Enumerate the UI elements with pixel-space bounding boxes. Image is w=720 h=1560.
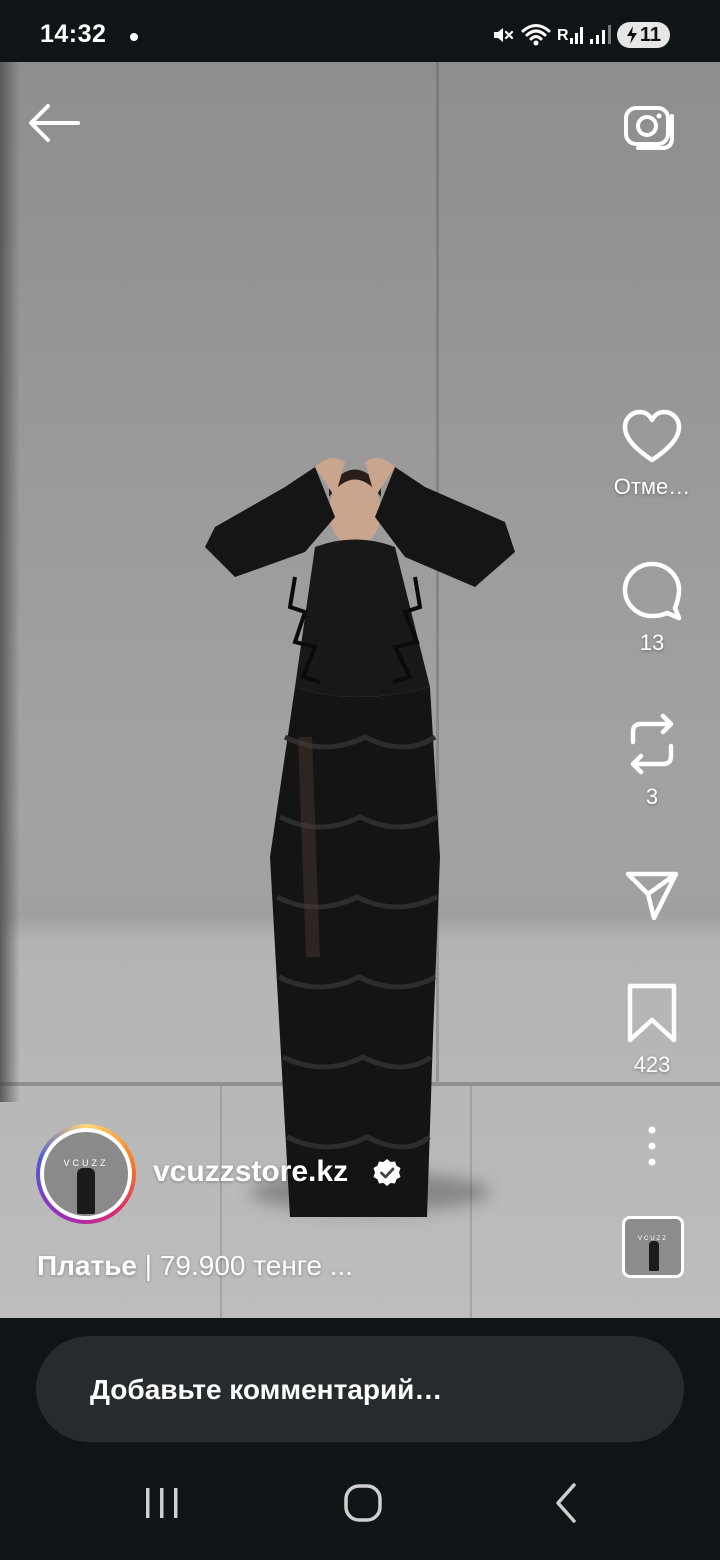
system-navigation-bar [0,1460,720,1560]
battery-level: 11 [639,23,661,46]
charging-icon [626,26,637,44]
avatar-figure [77,1168,95,1214]
bookmark-icon[interactable] [626,982,678,1044]
send-icon[interactable] [624,868,680,922]
comment-input[interactable]: Добавьте комментарий… [36,1336,684,1442]
save-action[interactable]: 423 [600,982,704,1078]
system-back-button[interactable] [536,1480,596,1528]
chevron-left-icon [556,1483,576,1523]
heart-icon[interactable] [621,408,683,466]
back-arrow-icon[interactable] [26,100,82,146]
avatar[interactable]: VCUZZ [36,1124,136,1224]
status-bar: 14:32 R 11 [0,0,720,62]
recent-apps-button[interactable] [132,1480,192,1528]
battery-indicator: 11 [616,22,670,48]
comments-count: 13 [639,630,665,655]
status-icons: R 11 [491,20,670,50]
wifi-icon [521,24,551,46]
audio-thumbnail[interactable]: VCUZZ [622,1216,684,1278]
camera-icon[interactable] [622,98,676,152]
verified-badge-icon [373,1159,401,1186]
svg-text:R: R [557,27,569,44]
model-figure [205,458,515,1217]
home-button[interactable] [333,1480,393,1528]
more-options-icon[interactable] [636,1124,668,1168]
avatar-brand: VCUZZ [63,1158,109,1168]
like-label: Отме… [613,474,691,499]
comment-action[interactable]: 13 [600,560,704,656]
caption-text: | 79.900 тенге ... [136,1250,354,1281]
caption-title: Платье [37,1250,137,1281]
reposts-count: 3 [645,784,659,809]
repost-action[interactable]: 3 [600,712,704,810]
share-action[interactable] [600,868,704,922]
wall-corner [0,62,20,1102]
comment-placeholder: Добавьте комментарий… [90,1374,443,1405]
recent-apps-icon [146,1488,178,1518]
saves-count: 423 [633,1052,671,1077]
signal-r-icon: R [557,27,583,44]
post-caption[interactable]: Платье | 79.900 тенге ... [37,1250,353,1282]
audio-thumbnail-figure [649,1241,659,1271]
like-action[interactable]: Отме… [600,408,704,500]
username[interactable]: vcuzzstore.kz [153,1155,348,1189]
status-time: 14:32 [40,20,107,48]
comment-bubble-icon[interactable] [621,560,683,622]
mute-icon [493,28,513,42]
notification-dot-icon [130,33,138,41]
avatar-image: VCUZZ [44,1132,128,1216]
home-icon [344,1484,382,1522]
signal-icon [589,25,611,44]
repost-icon[interactable] [625,712,679,776]
